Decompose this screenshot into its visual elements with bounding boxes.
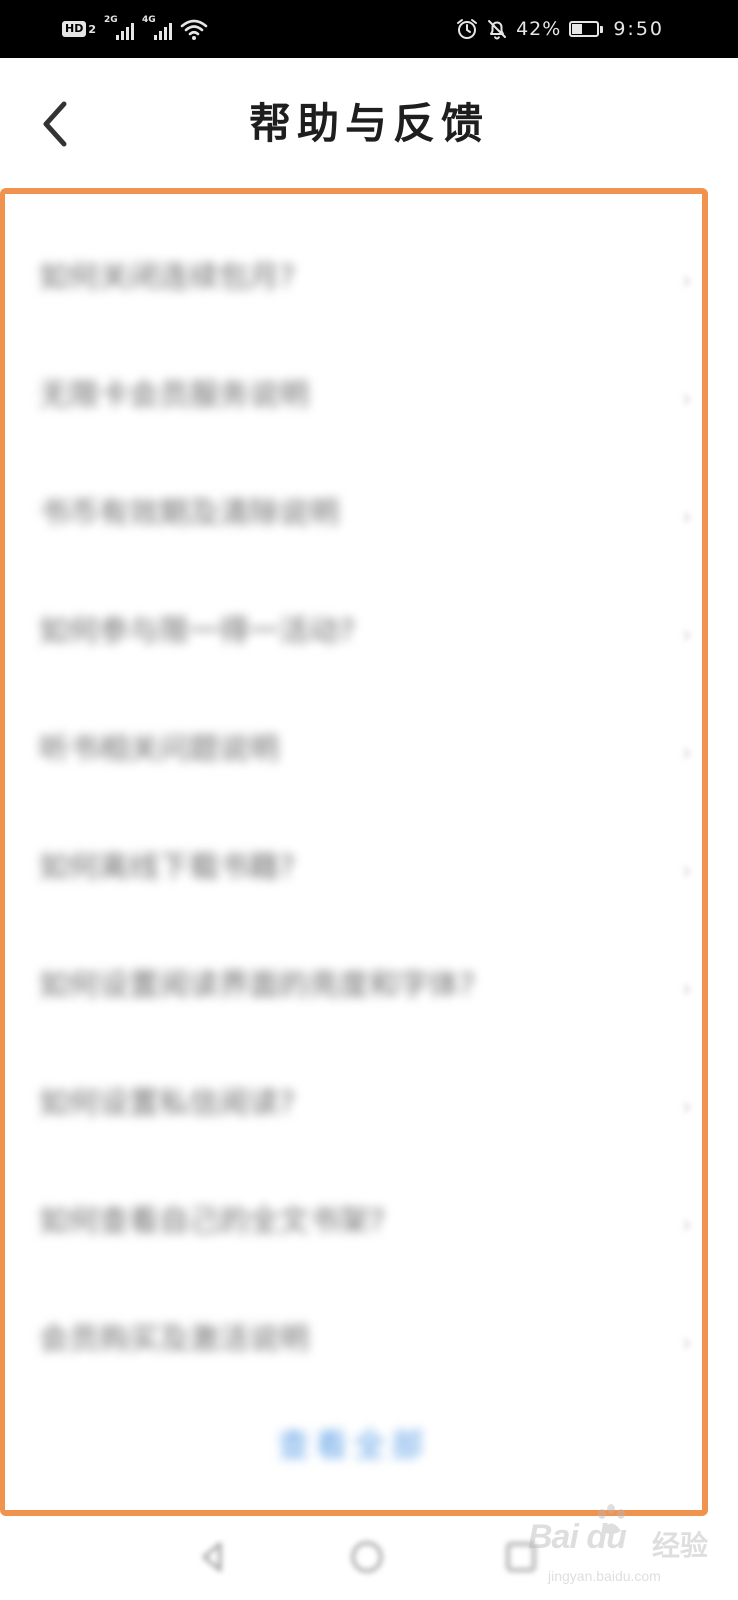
faq-question: 如何设置私信阅读?: [39, 1086, 295, 1121]
faq-question: 如何参与限一得一活动?: [39, 614, 355, 649]
chevron-right-icon: ›: [681, 856, 692, 886]
list-item[interactable]: 如何查看自己的全文书架? ›: [5, 1138, 702, 1256]
battery-percent: 42%: [516, 18, 562, 40]
chevron-right-icon: ›: [681, 384, 692, 414]
faq-list: 如何关闭连续包月? › 无限卡会员服务说明 › 书币有效期及清除说明 › 如何参…: [5, 194, 702, 1374]
chevron-right-icon: ›: [681, 502, 692, 532]
chevron-right-icon: ›: [681, 620, 692, 650]
nav-recent-icon[interactable]: [500, 1536, 542, 1578]
wifi-icon: [180, 19, 208, 40]
faq-question: 无限卡会员服务说明: [39, 378, 309, 413]
chevron-right-icon: ›: [681, 1328, 692, 1358]
list-item[interactable]: 如何离线下载书籍? ›: [5, 784, 702, 902]
list-item[interactable]: 书币有效期及清除说明 ›: [5, 430, 702, 548]
alarm-icon: [457, 19, 478, 39]
faq-question: 如何查看自己的全文书架?: [39, 1204, 385, 1239]
chevron-right-icon: ›: [681, 266, 692, 296]
status-right: 42% 9:50: [456, 15, 664, 43]
bottom-nav: [0, 1516, 738, 1600]
chevron-right-icon: ›: [681, 1210, 692, 1240]
faq-question: 听书相关问题说明: [39, 732, 279, 767]
battery-icon: [569, 20, 605, 38]
list-item[interactable]: 听书相关问题说明 ›: [5, 666, 702, 784]
status-bar: HD 2 2G 4G 42% 9:50: [0, 0, 738, 58]
faq-question: 书币有效期及清除说明: [39, 496, 339, 531]
list-item[interactable]: 如何关闭连续包月? ›: [5, 194, 702, 312]
nav-back-icon[interactable]: [192, 1536, 234, 1578]
hd-icon: HD 2: [62, 21, 96, 37]
hd-label: HD: [62, 21, 87, 37]
faq-panel: 如何关闭连续包月? › 无限卡会员服务说明 › 书币有效期及清除说明 › 如何参…: [0, 188, 708, 1516]
hd-sub-label: 2: [88, 22, 96, 36]
signal-icon: 2G: [104, 16, 134, 42]
list-item[interactable]: 会员购买及激活说明 ›: [5, 1256, 702, 1374]
nav-home-icon[interactable]: [346, 1536, 388, 1578]
status-left: HD 2 2G 4G: [62, 16, 208, 42]
faq-question: 会员购买及激活说明: [39, 1322, 309, 1357]
faq-question: 如何离线下载书籍?: [39, 850, 295, 885]
view-all-link[interactable]: 查看全部: [5, 1420, 702, 1466]
chevron-right-icon: ›: [681, 1092, 692, 1122]
chevron-right-icon: ›: [681, 974, 692, 1004]
faq-question: 如何关闭连续包月?: [39, 260, 295, 295]
chevron-right-icon: ›: [681, 738, 692, 768]
list-item[interactable]: 无限卡会员服务说明 ›: [5, 312, 702, 430]
app-header: 帮助与反馈: [0, 58, 738, 188]
signal-icon: 4G: [142, 16, 172, 42]
page-title: 帮助与反馈: [248, 99, 489, 148]
list-item[interactable]: 如何参与限一得一活动? ›: [5, 548, 702, 666]
list-item[interactable]: 如何设置阅读界面的亮度和字体? ›: [5, 902, 702, 1020]
clock: 9:50: [613, 18, 664, 40]
faq-question: 如何设置阅读界面的亮度和字体?: [39, 968, 475, 1003]
bell-off-icon: [488, 20, 507, 40]
list-item[interactable]: 如何设置私信阅读? ›: [5, 1020, 702, 1138]
